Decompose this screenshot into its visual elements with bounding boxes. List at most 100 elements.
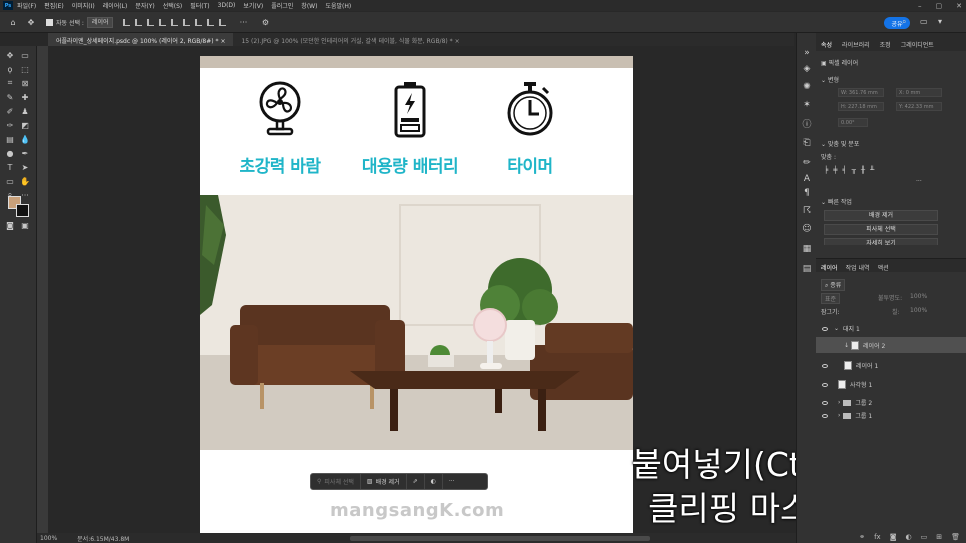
visibility-eye-icon[interactable] [822, 363, 828, 368]
menu-window[interactable]: 창(W) [301, 1, 317, 10]
delete-layer-icon[interactable]: 🗑 [951, 533, 960, 541]
crop-icon[interactable]: ⌗ [5, 78, 15, 88]
artboard-document[interactable]: 초강력 바람 대용량 배터리 타이머 [200, 56, 633, 534]
layer-row-group-2[interactable]: › 그룹 2 [816, 396, 966, 409]
align-icons-row[interactable]: ╞╪╡╥╫╨ [824, 166, 879, 174]
path-select-icon[interactable]: ➤ [20, 162, 30, 172]
channels-icon[interactable]: ▦ [801, 243, 813, 255]
menu-file[interactable]: 파일(F) [17, 1, 36, 10]
glyphs-icon[interactable]: ☈ [801, 205, 813, 217]
align-heading[interactable]: ⌄ 맞춤 및 분포 [821, 139, 859, 148]
tab-libraries[interactable]: 라이브러리 [842, 40, 870, 51]
adjustment-button[interactable]: ◐ [425, 474, 443, 489]
character-icon[interactable]: A [801, 173, 813, 185]
height-field[interactable]: H: 227.18 mm [838, 102, 884, 111]
layer-row-rectangle-1[interactable]: 사각형 1 [816, 378, 966, 391]
close-tab-icon[interactable]: × [220, 38, 225, 45]
fill-value[interactable]: 100% [910, 307, 927, 314]
tab-gradients[interactable]: 그레이디언트 [901, 40, 934, 51]
frame-icon[interactable]: ⊠ [20, 78, 30, 88]
background-color-swatch[interactable] [16, 204, 29, 217]
gradient-icon[interactable]: ▤ [5, 134, 15, 144]
new-group-icon[interactable]: ▭ [921, 533, 928, 541]
fx-icon[interactable]: fx [874, 533, 881, 541]
type-icon[interactable]: T [5, 162, 15, 172]
layer-row-layer-1[interactable]: 레이어 1 [816, 359, 966, 372]
tab-document-2[interactable]: 15 (2).JPG @ 100% (모던한 인테리어의 거실, 갈색 테이블,… [233, 33, 467, 46]
more-options-icon[interactable]: ··· [238, 17, 248, 27]
visibility-eye-icon[interactable] [822, 400, 828, 405]
align-middle-icon[interactable] [171, 18, 179, 26]
brush-icon[interactable]: ✐ [5, 106, 15, 116]
eyedropper-icon[interactable]: ✎ [5, 92, 15, 102]
remove-background-quick-button[interactable]: 배경 제거 [824, 210, 938, 221]
menu-type[interactable]: 문자(Y) [135, 1, 154, 10]
quick-actions-heading[interactable]: ⌄ 빠른 작업 [821, 197, 852, 206]
tab-actions[interactable]: 액션 [878, 263, 889, 272]
color-icon[interactable]: ◈ [801, 63, 813, 75]
visibility-eye-icon[interactable] [822, 326, 828, 331]
layer-row-artboard[interactable]: ⌄ 대지 1 [816, 322, 966, 335]
tab-properties[interactable]: 속성 [821, 40, 832, 51]
eraser-icon[interactable]: ◩ [20, 120, 30, 130]
rectangle-icon[interactable]: ▭ [5, 176, 15, 186]
remove-background-button[interactable]: ▧ 배경 제거 [361, 474, 407, 489]
history-icon[interactable]: ⎗ [801, 137, 813, 149]
close-tab-icon[interactable]: × [455, 38, 460, 45]
angle-field[interactable]: 0.00° [838, 118, 868, 127]
auto-select-checkbox[interactable] [46, 18, 53, 26]
distribute-h-icon[interactable] [219, 18, 227, 26]
object-select-icon[interactable]: ⬚ [20, 64, 30, 74]
info-icon[interactable]: ⓘ [801, 117, 813, 130]
link-icon[interactable]: ⚭ [859, 533, 865, 541]
home-icon[interactable]: ⌂ [8, 17, 18, 27]
pen-icon[interactable]: ✒ [20, 148, 30, 158]
align-top-icon[interactable] [159, 18, 167, 26]
spot-heal-icon[interactable]: ✚ [20, 92, 30, 102]
blur-icon[interactable]: 💧 [20, 134, 30, 144]
history-brush-icon[interactable]: ✑ [5, 120, 15, 130]
select-subject-quick-button[interactable]: 피사체 선택 [824, 224, 938, 235]
mask-icon[interactable]: ◙ [890, 533, 897, 541]
maximize-button[interactable]: ▢ [936, 2, 943, 10]
more-tools-icon[interactable]: ··· [20, 190, 30, 200]
stamp-icon[interactable]: ♟ [20, 106, 30, 116]
align-bottom-icon[interactable] [183, 18, 191, 26]
adjustment-layer-icon[interactable]: ◐ [906, 533, 912, 541]
quick-mask-icon[interactable]: ◙ [5, 220, 15, 230]
tab-document-1[interactable]: 어플라이엔_상세페이지.psdc @ 100% (레이어 2, RGB/8#) … [48, 33, 234, 46]
select-subject-button[interactable]: ⚲ 피사체 선택 [311, 474, 361, 489]
tab-adjustments[interactable]: 조정 [880, 40, 891, 51]
x-field[interactable]: X: 0 mm [896, 88, 942, 97]
swatches-icon[interactable]: ✺ [801, 81, 813, 93]
menu-image[interactable]: 이미지(I) [72, 1, 95, 10]
chevron-right-icon[interactable]: › [838, 412, 840, 419]
move-tool-icon[interactable]: ✥ [26, 17, 36, 27]
menu-filter[interactable]: 필터(T) [190, 1, 209, 10]
move-icon[interactable]: ✥ [5, 50, 15, 60]
auto-select-dropdown[interactable]: 레이어 [86, 16, 114, 28]
y-field[interactable]: Y: 422.33 mm [896, 102, 942, 111]
settings-gear-icon[interactable]: ⚙ [260, 17, 270, 27]
view-more-quick-button[interactable]: 자세히 보기 [824, 238, 938, 245]
visibility-eye-icon[interactable] [822, 413, 828, 418]
chevron-right-icon[interactable]: › [838, 399, 840, 406]
align-more-icon[interactable]: ··· [916, 178, 922, 185]
paragraph-icon[interactable]: ¶ [801, 187, 813, 199]
zoom-level[interactable]: 100% [40, 535, 57, 542]
hand-icon[interactable]: ✋ [20, 176, 30, 186]
menu-help[interactable]: 도움말(H) [325, 1, 351, 10]
menu-edit[interactable]: 편집(E) [44, 1, 64, 10]
align-right-icon[interactable] [147, 18, 155, 26]
menu-view[interactable]: 보기(V) [243, 1, 263, 10]
distribute-v-icon[interactable] [207, 18, 215, 26]
visibility-eye-icon[interactable] [822, 382, 828, 387]
collapse-icon[interactable]: » [801, 47, 813, 59]
search-icon[interactable]: ⌕ [902, 17, 906, 27]
layer-row-group-1[interactable]: › 그룹 1 [816, 409, 966, 422]
menu-plugins[interactable]: 플러그인 [271, 1, 293, 10]
layer-filter-dropdown[interactable]: ⌕ 종류 [821, 279, 846, 291]
minimize-button[interactable]: – [918, 2, 922, 10]
paths-icon[interactable]: ▤ [801, 263, 813, 275]
brushes-icon[interactable]: ✏ [801, 157, 813, 169]
